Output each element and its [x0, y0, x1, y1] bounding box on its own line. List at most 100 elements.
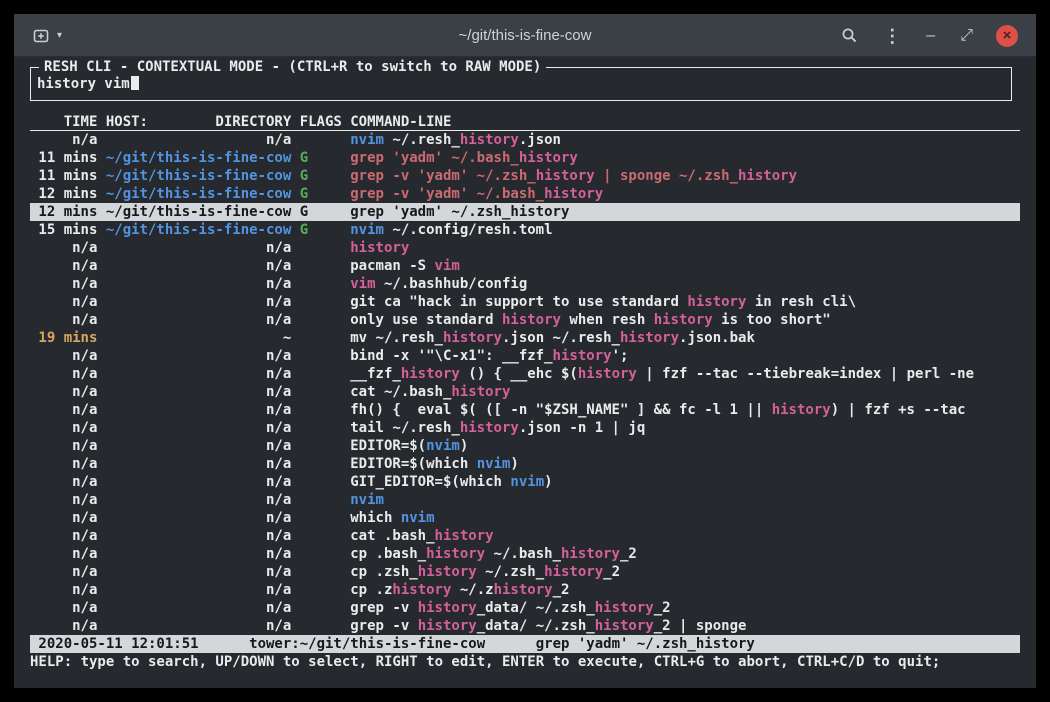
titlebar: ▾ ~/git/this-is-fine-cow ⋮ – ⤢ ×: [14, 14, 1036, 57]
row-host: n/a: [106, 347, 291, 365]
history-row[interactable]: 11 mins~/git/this-is-fine-cowGgrep 'yadm…: [30, 149, 1020, 167]
row-time: n/a: [30, 455, 97, 473]
row-host: n/a: [106, 473, 291, 491]
row-host: ~/git/this-is-fine-cow: [106, 203, 291, 221]
history-row[interactable]: n/an/acat .bash_history: [30, 527, 1020, 545]
history-row[interactable]: 15 mins~/git/this-is-fine-cowGnvim ~/.co…: [30, 221, 1020, 239]
history-row[interactable]: n/an/agrep -v history_data/ ~/.zsh_histo…: [30, 617, 1020, 635]
row-host: n/a: [106, 275, 291, 293]
row-host: n/a: [106, 239, 291, 257]
terminal[interactable]: RESH CLI - CONTEXTUAL MODE - (CTRL+R to …: [14, 57, 1036, 688]
header-command: COMMAND-LINE: [350, 113, 1020, 130]
row-host: n/a: [106, 311, 291, 329]
row-command: EDITOR=$(nvim): [350, 437, 1020, 455]
row-host: n/a: [106, 509, 291, 527]
row-command: grep -v history_data/ ~/.zsh_history_2: [350, 599, 1020, 617]
row-command: nvim: [350, 491, 1020, 509]
row-flags: [300, 545, 342, 563]
row-flags: [300, 293, 342, 311]
history-row[interactable]: 19 mins~mv ~/.resh_history.json ~/.resh_…: [30, 329, 1020, 347]
minimize-button[interactable]: –: [924, 26, 937, 46]
row-flags: G: [300, 167, 342, 185]
history-row[interactable]: n/an/avim ~/.bashhub/config: [30, 275, 1020, 293]
history-row[interactable]: n/an/ahistory: [30, 239, 1020, 257]
text-cursor: [131, 75, 139, 90]
row-time: n/a: [30, 473, 97, 491]
status-host-path: tower:~/git/this-is-fine-cow: [249, 636, 485, 652]
history-row[interactable]: 12 mins~/git/this-is-fine-cowGgrep -v 'y…: [30, 185, 1020, 203]
row-host: n/a: [106, 563, 291, 581]
history-row[interactable]: n/an/anvim ~/.resh_history.json: [30, 131, 1020, 149]
row-time: n/a: [30, 617, 97, 635]
row-host: n/a: [106, 293, 291, 311]
history-list: n/an/anvim ~/.resh_history.json11 mins~/…: [30, 131, 1020, 635]
row-command: EDITOR=$(which nvim): [350, 455, 1020, 473]
row-host: ~/git/this-is-fine-cow: [106, 167, 291, 185]
search-box-title: RESH CLI - CONTEXTUAL MODE - (CTRL+R to …: [39, 58, 546, 76]
status-command: grep 'yadm' ~/.zsh_history: [536, 636, 755, 652]
history-row[interactable]: n/an/atail ~/.resh_history.json -n 1 | j…: [30, 419, 1020, 437]
row-host: n/a: [106, 599, 291, 617]
row-time: n/a: [30, 383, 97, 401]
history-row[interactable]: 11 mins~/git/this-is-fine-cowGgrep -v 'y…: [30, 167, 1020, 185]
history-row[interactable]: n/an/agit ca "hack in support to use sta…: [30, 293, 1020, 311]
row-flags: G: [300, 203, 342, 221]
row-time: n/a: [30, 131, 97, 149]
row-time: n/a: [30, 401, 97, 419]
row-host: n/a: [106, 365, 291, 383]
row-time: n/a: [30, 509, 97, 527]
row-command: bind -x '"\C-x1": __fzf_history';: [350, 347, 1020, 365]
row-flags: G: [300, 149, 342, 167]
row-flags: [300, 401, 342, 419]
row-flags: [300, 311, 342, 329]
history-row[interactable]: n/an/abind -x '"\C-x1": __fzf_history';: [30, 347, 1020, 365]
row-time: n/a: [30, 581, 97, 599]
history-row[interactable]: n/an/aGIT_EDITOR=$(which nvim): [30, 473, 1020, 491]
search-button[interactable]: [839, 25, 860, 46]
history-row[interactable]: n/an/aonly use standard history when res…: [30, 311, 1020, 329]
row-host: n/a: [106, 383, 291, 401]
history-row[interactable]: n/an/acp .zhistory ~/.zhistory_2: [30, 581, 1020, 599]
row-flags: G: [300, 185, 342, 203]
row-time: n/a: [30, 491, 97, 509]
history-row[interactable]: n/an/a__fzf_history () { __ehc $(history…: [30, 365, 1020, 383]
row-time: n/a: [30, 275, 97, 293]
row-flags: [300, 455, 342, 473]
row-flags: [300, 599, 342, 617]
row-command: grep 'yadm' ~/.bash_history: [350, 149, 1020, 167]
menu-button[interactable]: ⋮: [881, 26, 903, 46]
row-host: n/a: [106, 257, 291, 275]
history-row[interactable]: n/an/acp .zsh_history ~/.zsh_history_2: [30, 563, 1020, 581]
row-flags: [300, 239, 342, 257]
row-flags: [300, 383, 342, 401]
history-row[interactable]: n/an/aEDITOR=$(nvim): [30, 437, 1020, 455]
history-row[interactable]: n/an/acp .bash_history ~/.bash_history_2: [30, 545, 1020, 563]
row-time: n/a: [30, 527, 97, 545]
row-host: ~/git/this-is-fine-cow: [106, 149, 291, 167]
row-flags: [300, 131, 342, 149]
row-flags: [300, 581, 342, 599]
history-row[interactable]: n/an/apacman -S vim: [30, 257, 1020, 275]
row-command: grep -v 'yadm' ~/.bash_history: [350, 185, 1020, 203]
history-row[interactable]: n/an/agrep -v history_data/ ~/.zsh_histo…: [30, 599, 1020, 617]
row-host: n/a: [106, 527, 291, 545]
row-time: n/a: [30, 437, 97, 455]
restore-button[interactable]: ⤢: [958, 26, 975, 46]
history-row[interactable]: n/an/awhich nvim: [30, 509, 1020, 527]
history-row[interactable]: n/an/anvim: [30, 491, 1020, 509]
search-icon: [841, 27, 858, 44]
search-query-text: history vim: [37, 76, 130, 92]
history-row[interactable]: n/an/afh() { eval $( ([ -n "$ZSH_NAME" ]…: [30, 401, 1020, 419]
history-row[interactable]: n/an/aEDITOR=$(which nvim): [30, 455, 1020, 473]
table-header: TIME HOST:DIRECTORY FLAGS COMMAND-LINE: [30, 113, 1020, 131]
history-row-selected[interactable]: 12 mins~/git/this-is-fine-cowGgrep 'yadm…: [30, 203, 1020, 221]
row-host: n/a: [106, 419, 291, 437]
row-host: n/a: [106, 617, 291, 635]
header-directory: DIRECTORY: [215, 113, 291, 130]
row-flags: [300, 365, 342, 383]
row-flags: [300, 527, 342, 545]
row-flags: [300, 329, 342, 347]
header-flags: FLAGS: [300, 113, 342, 130]
history-row[interactable]: n/an/acat ~/.bash_history: [30, 383, 1020, 401]
close-button[interactable]: ×: [996, 25, 1018, 47]
